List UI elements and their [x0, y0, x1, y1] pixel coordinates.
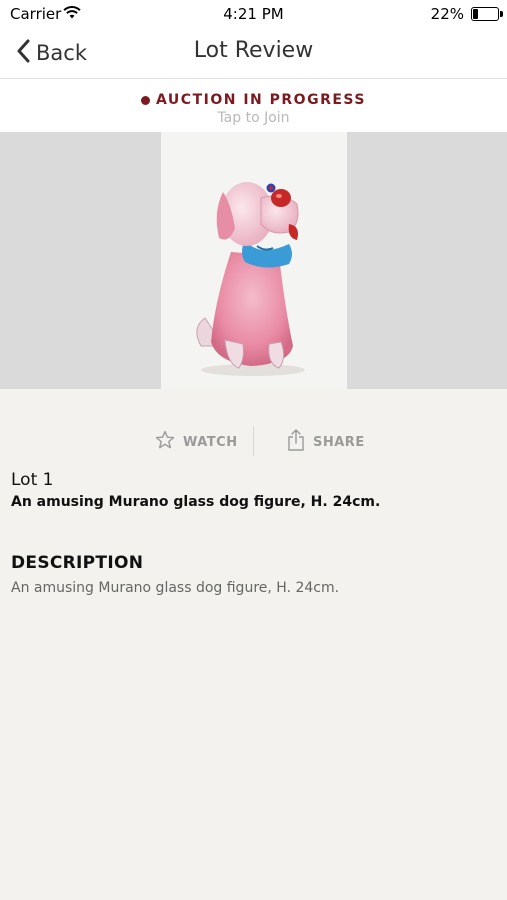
battery-icon	[471, 7, 503, 21]
star-icon	[155, 430, 175, 454]
watch-button[interactable]: WATCH	[155, 430, 238, 454]
lot-image-area	[0, 132, 507, 389]
description-heading: DESCRIPTION	[11, 553, 144, 573]
glass-dog-figure-image	[196, 182, 305, 376]
auction-status-label: AUCTION IN PROGRESS	[156, 92, 366, 108]
share-label: SHARE	[313, 434, 365, 450]
lot-photo[interactable]	[161, 132, 347, 389]
auction-banner[interactable]: AUCTION IN PROGRESS Tap to Join	[0, 79, 507, 132]
lot-actions: WATCH SHARE	[0, 424, 507, 460]
lot-number: Lot 1	[11, 470, 54, 490]
status-bar: Carrier 4:21 PM 22%	[0, 0, 507, 28]
share-button[interactable]: SHARE	[287, 428, 365, 456]
live-dot-icon	[141, 95, 151, 105]
description-text: An amusing Murano glass dog figure, H. 2…	[11, 580, 340, 596]
actions-divider	[253, 426, 254, 456]
join-prompt: Tap to Join	[217, 110, 290, 126]
lot-title: An amusing Murano glass dog figure, H. 2…	[11, 494, 381, 510]
share-icon	[287, 428, 305, 456]
page-title: Lot Review	[193, 38, 314, 63]
navigation-bar: Back Lot Review	[0, 28, 507, 79]
battery-percentage: 22%	[430, 5, 464, 23]
watch-label: WATCH	[183, 434, 238, 450]
auction-status: AUCTION IN PROGRESS	[0, 92, 507, 108]
